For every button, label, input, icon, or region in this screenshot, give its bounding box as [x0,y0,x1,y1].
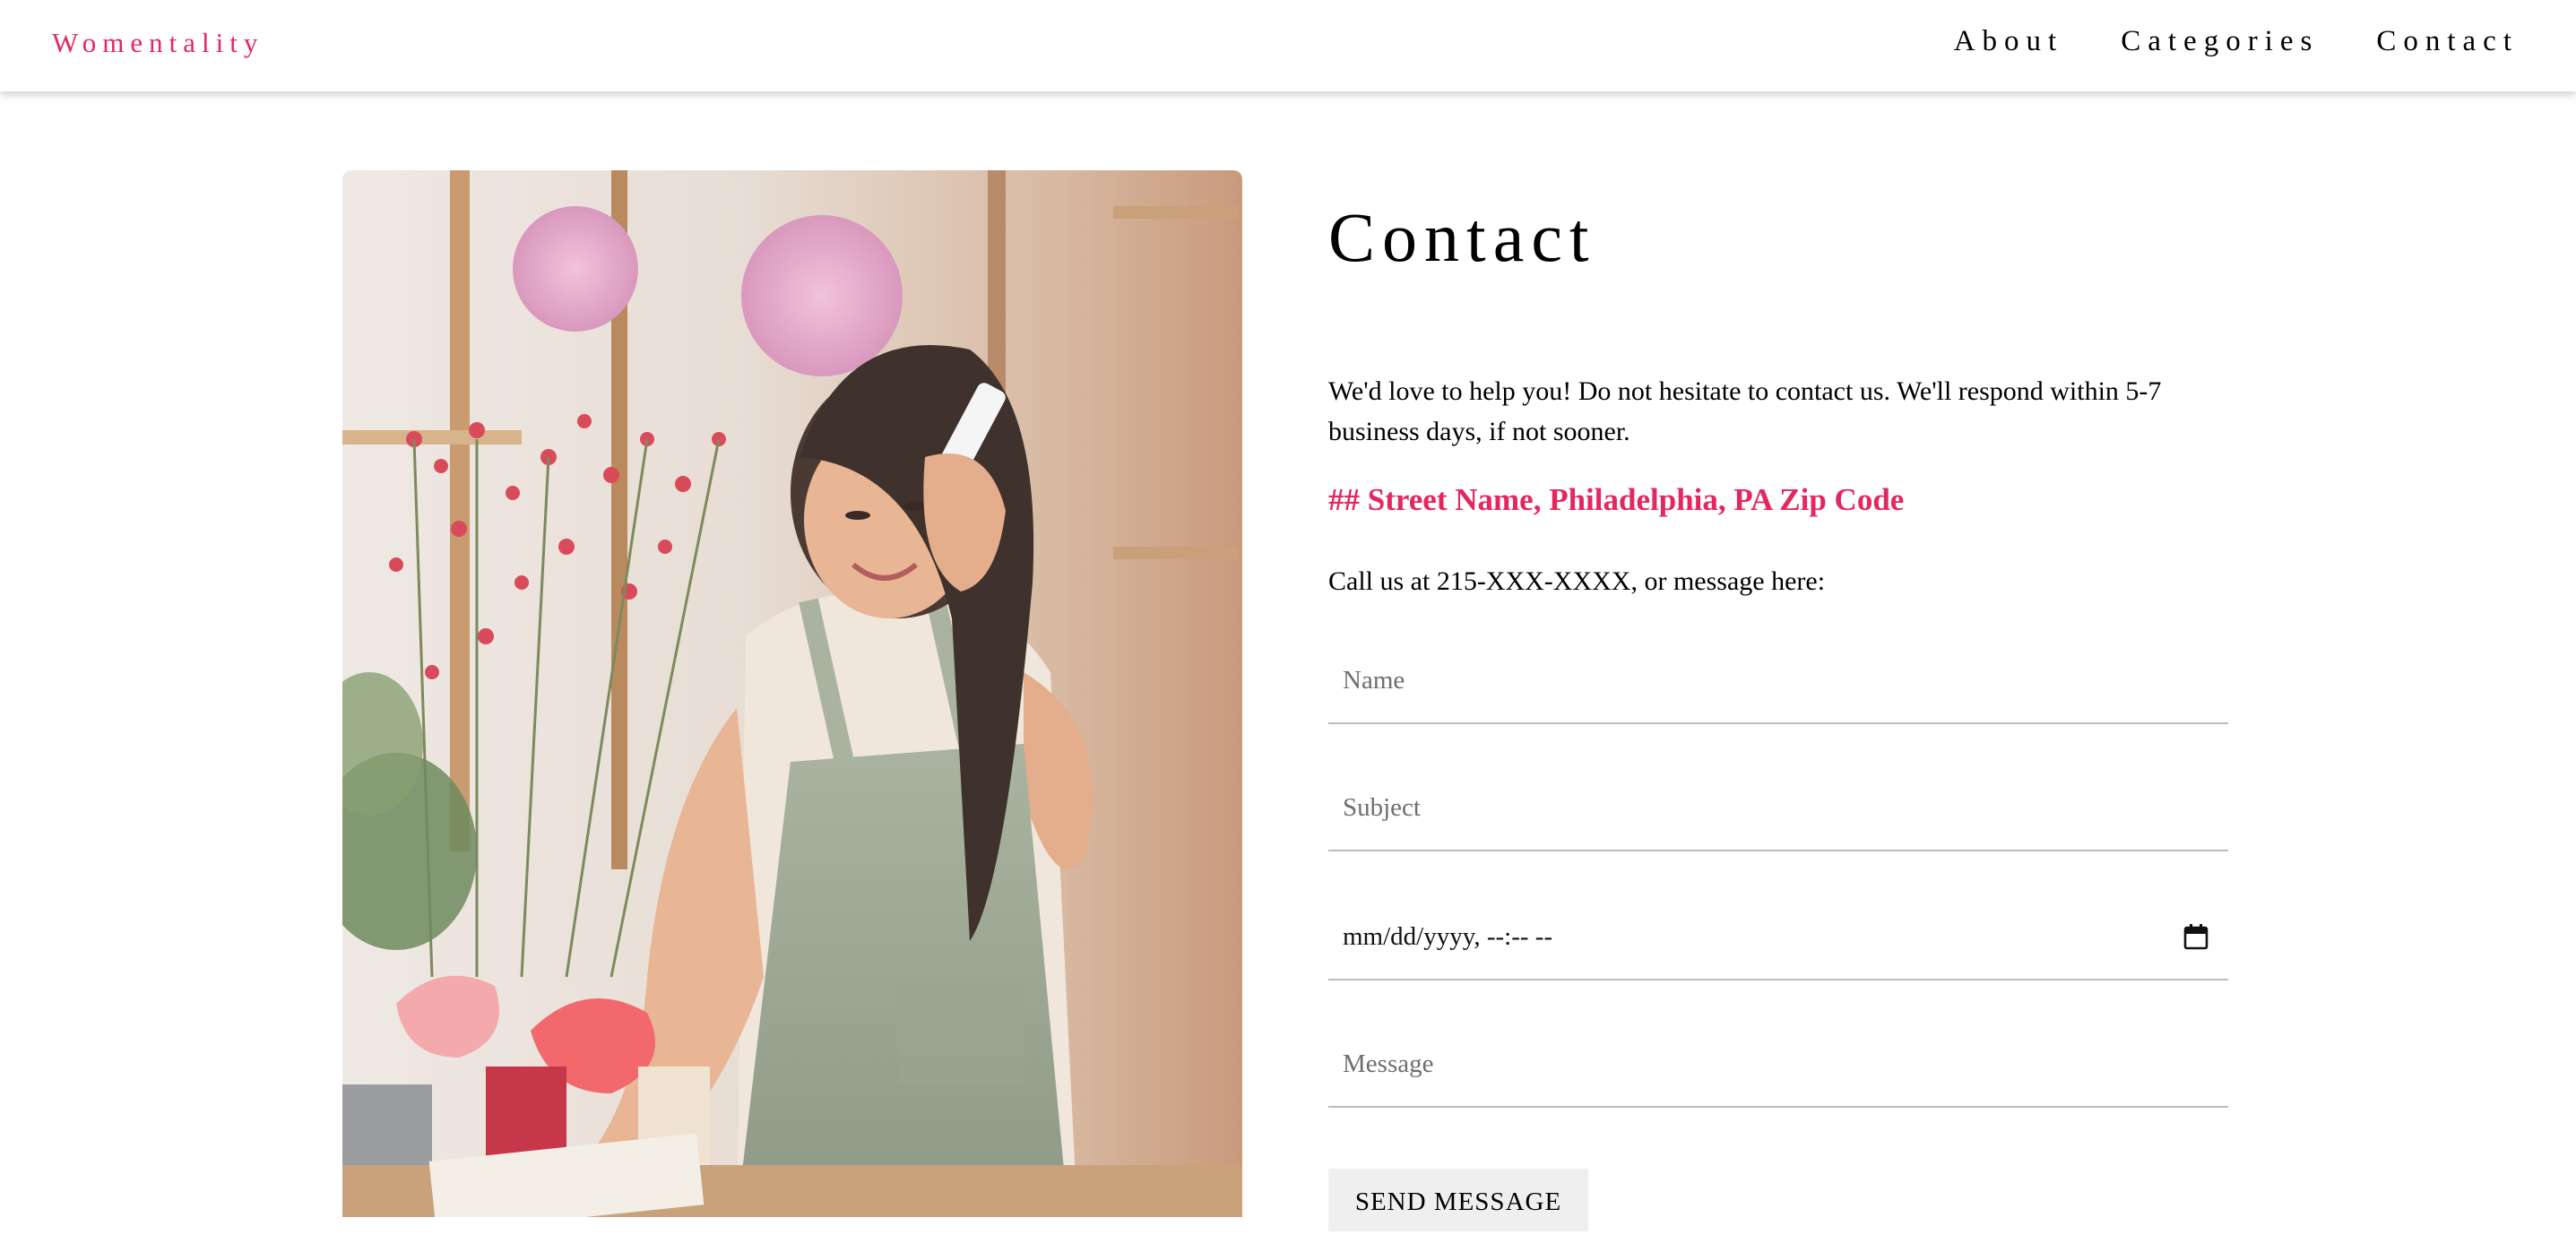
nav-link-contact[interactable]: Contact [2376,25,2519,58]
datetime-value: mm/dd/yyyy, --:-- -- [1343,921,1553,951]
subject-field[interactable]: Subject [1328,765,2228,851]
nav-link-categories[interactable]: Categories [2121,25,2319,58]
message-field[interactable]: Message [1328,1022,2228,1108]
nav-link-about[interactable]: About [1954,25,2064,58]
send-message-button[interactable]: SEND MESSAGE [1328,1169,1588,1231]
top-navbar: Womentality About Categories Contact [0,0,2576,91]
hero-photo [342,170,1242,1217]
subject-placeholder: Subject [1343,792,1421,822]
brand-logo[interactable]: Womentality [52,27,264,59]
message-placeholder: Message [1343,1049,1434,1078]
main-nav: About Categories Contact [1954,25,2519,58]
call-us-text: Call us at 215-XXX-XXXX, or message here… [1328,566,1826,596]
calendar-icon[interactable] [2183,923,2209,950]
contact-intro: We'd love to help you! Do not hesitate t… [1328,376,2162,446]
address-text: ## Street Name, Philadelphia, PA Zip Cod… [1328,482,1905,517]
page-title: Contact [1328,198,1596,276]
datetime-field[interactable]: mm/dd/yyyy, --:-- -- [1328,894,2228,980]
name-field[interactable]: Name [1328,638,2228,724]
name-placeholder: Name [1343,665,1405,695]
